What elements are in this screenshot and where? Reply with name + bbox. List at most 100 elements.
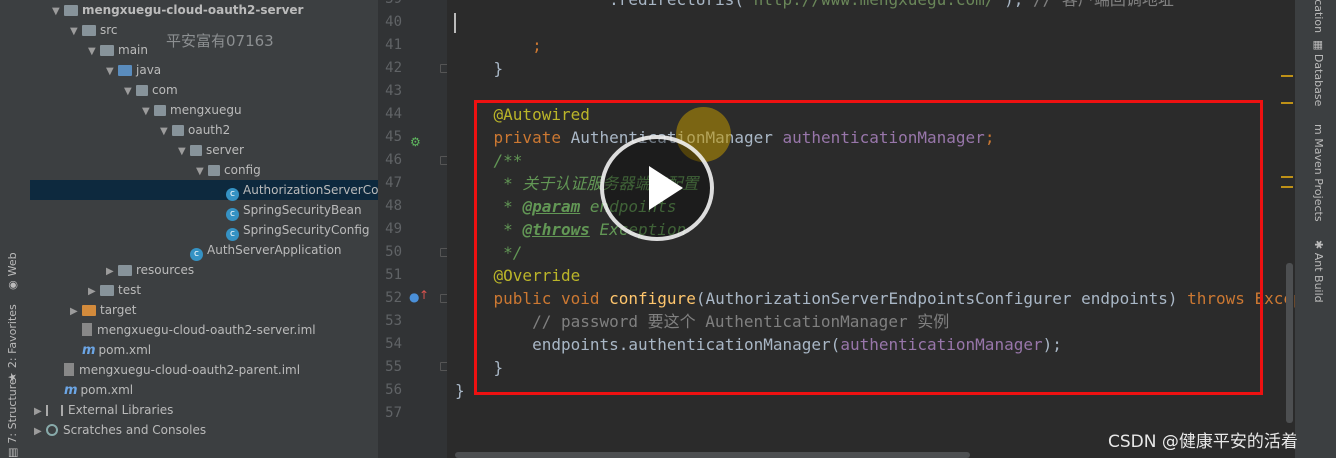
tree-item[interactable]: ▼ com [30,80,378,100]
expand-arrow-icon[interactable]: ▼ [142,102,154,122]
tree-item-label: SpringSecurityBean [243,203,362,217]
source-folder-icon [118,65,132,76]
code-token: } [455,381,465,400]
line-number: 50 [385,244,402,260]
vertical-scrollbar[interactable] [1286,263,1293,423]
tree-item[interactable]: ▶ External Libraries [30,400,378,420]
tree-item[interactable]: ▼ config [30,160,378,180]
folder-icon [64,5,78,16]
tree-item[interactable]: ▼ mengxuegu [30,100,378,120]
expand-arrow-icon[interactable]: ▼ [88,42,100,62]
tree-item[interactable]: c AuthServerApplication [30,240,378,261]
watermark-text: 平安富有07163 [166,32,274,50]
structure-tab[interactable]: ▤ 7: Structure [6,378,19,458]
tree-item[interactable]: ▶ resources [30,260,378,280]
tree-item[interactable]: ▼ mengxuegu-cloud-oauth2-server [30,0,378,20]
structure-icon: ▤ [6,447,19,458]
override-icon[interactable]: ● [409,290,419,304]
line-number: 42 [385,60,402,76]
tree-item-label: oauth2 [188,123,231,137]
expand-arrow-icon[interactable]: ▼ [124,82,136,102]
line-number: 40 [385,14,402,30]
tree-item[interactable]: ▶ Scratches and Consoles [30,420,378,440]
expand-arrow-icon[interactable]: ▼ [106,62,118,82]
tree-item-label: AuthorizationServerConfi [243,183,378,197]
line-number: 48 [385,198,402,214]
line-number: 52 [385,290,402,306]
code-line[interactable]: } [455,379,465,402]
maven-file-icon: m [64,383,78,398]
tree-item[interactable]: mengxuegu-cloud-oauth2-parent.iml [30,360,378,380]
code-line[interactable]: .redirectUris("http://www.mengxuegu.com/… [455,0,1174,11]
line-number: 45 [385,129,402,145]
favorites-tab[interactable]: ★ 2: Favorites [6,304,19,382]
tree-item[interactable]: cAuthorizationServerConfi [30,180,378,201]
package-icon [172,125,184,136]
ant-build-tab[interactable]: ✱ Ant Build [1312,240,1325,303]
expand-arrow-icon[interactable]: ▼ [160,122,172,142]
tree-item[interactable]: c SpringSecurityConfig [30,220,378,241]
folder-icon [100,285,114,296]
tree-item-label: src [100,23,118,37]
line-number: 53 [385,313,402,329]
web-tab[interactable]: ◉ Web [6,252,19,290]
tree-item-label: External Libraries [68,403,174,417]
scroll-marker[interactable] [1281,176,1293,178]
tree-item[interactable]: mengxuegu-cloud-oauth2-server.iml [30,320,378,340]
collapse-arrow-icon[interactable]: ▶ [34,422,46,442]
collapse-arrow-icon[interactable]: ▶ [88,282,100,302]
expand-arrow-icon[interactable]: ▼ [196,162,208,182]
notification-tab[interactable]: Notification [1312,0,1325,33]
tree-item-label: target [100,303,137,317]
code-line[interactable]: ; [455,34,542,57]
scroll-marker[interactable] [1281,75,1293,77]
ant-icon: ✱ [1312,240,1325,253]
tree-item[interactable]: m pom.xml [30,380,378,400]
scroll-marker[interactable] [1281,102,1293,104]
tree-item[interactable]: ▶ target [30,300,378,320]
tree-item-label: SpringSecurityConfig [243,223,370,237]
code-line[interactable]: } [455,57,504,80]
bean-icon[interactable]: ⚙ [410,135,421,149]
line-number: 39 [378,0,402,11]
expand-arrow-icon[interactable]: ▼ [70,22,82,42]
code-token: .redirectUris( [455,0,744,9]
tree-item-label: pom.xml [80,383,134,397]
code-token: ; [455,36,542,55]
database-tab[interactable]: ▦ Database [1312,40,1325,106]
code-token: ); [1004,0,1023,9]
tree-item-label: java [136,63,162,77]
maven-projects-tab[interactable]: m Maven Projects [1312,124,1325,222]
tree-item[interactable]: ▼ java [30,60,378,80]
expand-arrow-icon[interactable]: ▼ [52,2,64,22]
package-icon [154,105,166,116]
expand-arrow-icon[interactable]: ▼ [178,142,190,162]
line-number: 55 [385,359,402,375]
tree-item-label: server [206,143,244,157]
highlight-box [474,100,1263,395]
tree-item[interactable]: ▼ oauth2 [30,120,378,140]
csdn-watermark: CSDN @健康平安的活着 [1108,432,1298,452]
tree-item-label: com [152,83,178,97]
horizontal-scrollbar[interactable] [455,452,970,458]
play-button[interactable] [600,135,714,241]
tree-item[interactable]: m pom.xml [30,340,378,360]
web-icon: ◉ [6,280,19,290]
collapse-arrow-icon[interactable]: ▶ [106,262,118,282]
code-token: } [455,59,504,78]
tree-item[interactable]: c SpringSecurityBean [30,200,378,221]
line-number: 47 [385,175,402,191]
tree-item[interactable]: ▼ server [30,140,378,160]
override-arrow-icon[interactable]: ↑ [419,288,429,302]
scroll-marker[interactable] [1281,186,1293,188]
line-number: 49 [385,221,402,237]
collapse-arrow-icon[interactable]: ▶ [70,302,82,322]
line-number: 51 [385,267,402,283]
tree-item-label: Scratches and Consoles [63,423,207,437]
tree-item-label: mengxuegu [170,103,242,117]
collapse-arrow-icon[interactable]: ▶ [34,402,46,422]
resources-folder-icon [118,265,132,276]
line-number: 43 [385,83,402,99]
play-icon [649,166,683,210]
tree-item[interactable]: ▶ test [30,280,378,300]
